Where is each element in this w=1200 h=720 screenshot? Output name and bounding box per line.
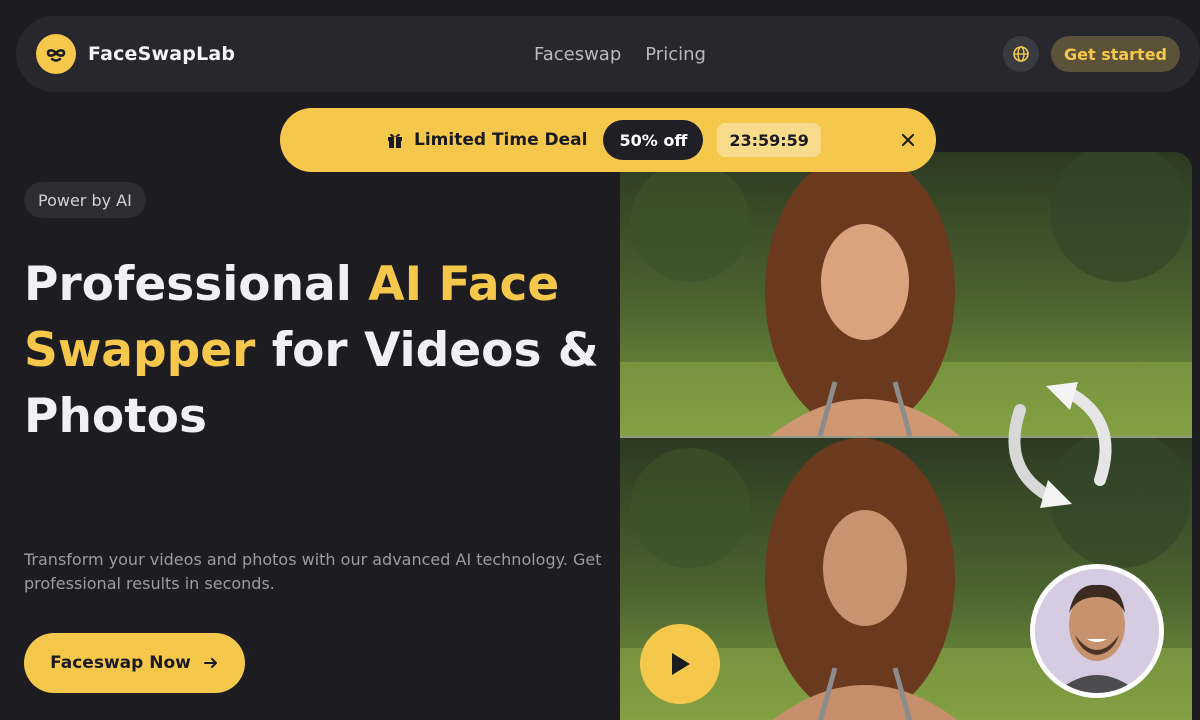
brand-name: FaceSwapLab xyxy=(88,43,236,65)
hero-title-part1: Professional xyxy=(24,257,369,312)
power-by-ai-badge: Power by AI xyxy=(24,182,146,218)
deal-countdown-timer: 23:59:59 xyxy=(717,123,821,157)
play-icon xyxy=(672,653,690,675)
top-navbar: FaceSwapLab Faceswap Pricing Get started xyxy=(16,16,1200,92)
main-nav: Faceswap Pricing xyxy=(534,16,706,92)
play-video-button[interactable] xyxy=(640,624,720,704)
gift-icon xyxy=(388,133,402,148)
close-icon xyxy=(902,134,914,146)
arrow-right-icon xyxy=(203,658,217,668)
deal-title: Limited Time Deal xyxy=(414,130,588,150)
source-face-avatar xyxy=(1030,564,1164,698)
globe-icon xyxy=(1013,46,1029,62)
brand-logo[interactable]: FaceSwapLab xyxy=(36,34,235,74)
language-button[interactable] xyxy=(1002,36,1039,72)
deal-banner: Limited Time Deal 50% off 23:59:59 xyxy=(280,108,936,172)
nav-actions: Get started xyxy=(1002,16,1180,92)
close-deal-button[interactable] xyxy=(898,130,918,150)
faceswap-now-label: Faceswap Now xyxy=(50,653,191,673)
hero-media-preview xyxy=(620,152,1192,720)
nav-link-faceswap[interactable]: Faceswap xyxy=(534,44,621,65)
brand-logo-icon xyxy=(36,34,76,74)
nav-link-pricing[interactable]: Pricing xyxy=(645,44,706,65)
hero-description: Transform your videos and photos with ou… xyxy=(24,550,602,593)
deal-discount-badge: 50% off xyxy=(603,120,704,160)
get-started-button[interactable]: Get started xyxy=(1050,36,1180,72)
swap-arrows-icon xyxy=(1008,382,1112,508)
hero-title: Professional AI Face Swapper for Videos … xyxy=(24,252,604,450)
faceswap-now-button[interactable]: Faceswap Now xyxy=(24,633,245,693)
